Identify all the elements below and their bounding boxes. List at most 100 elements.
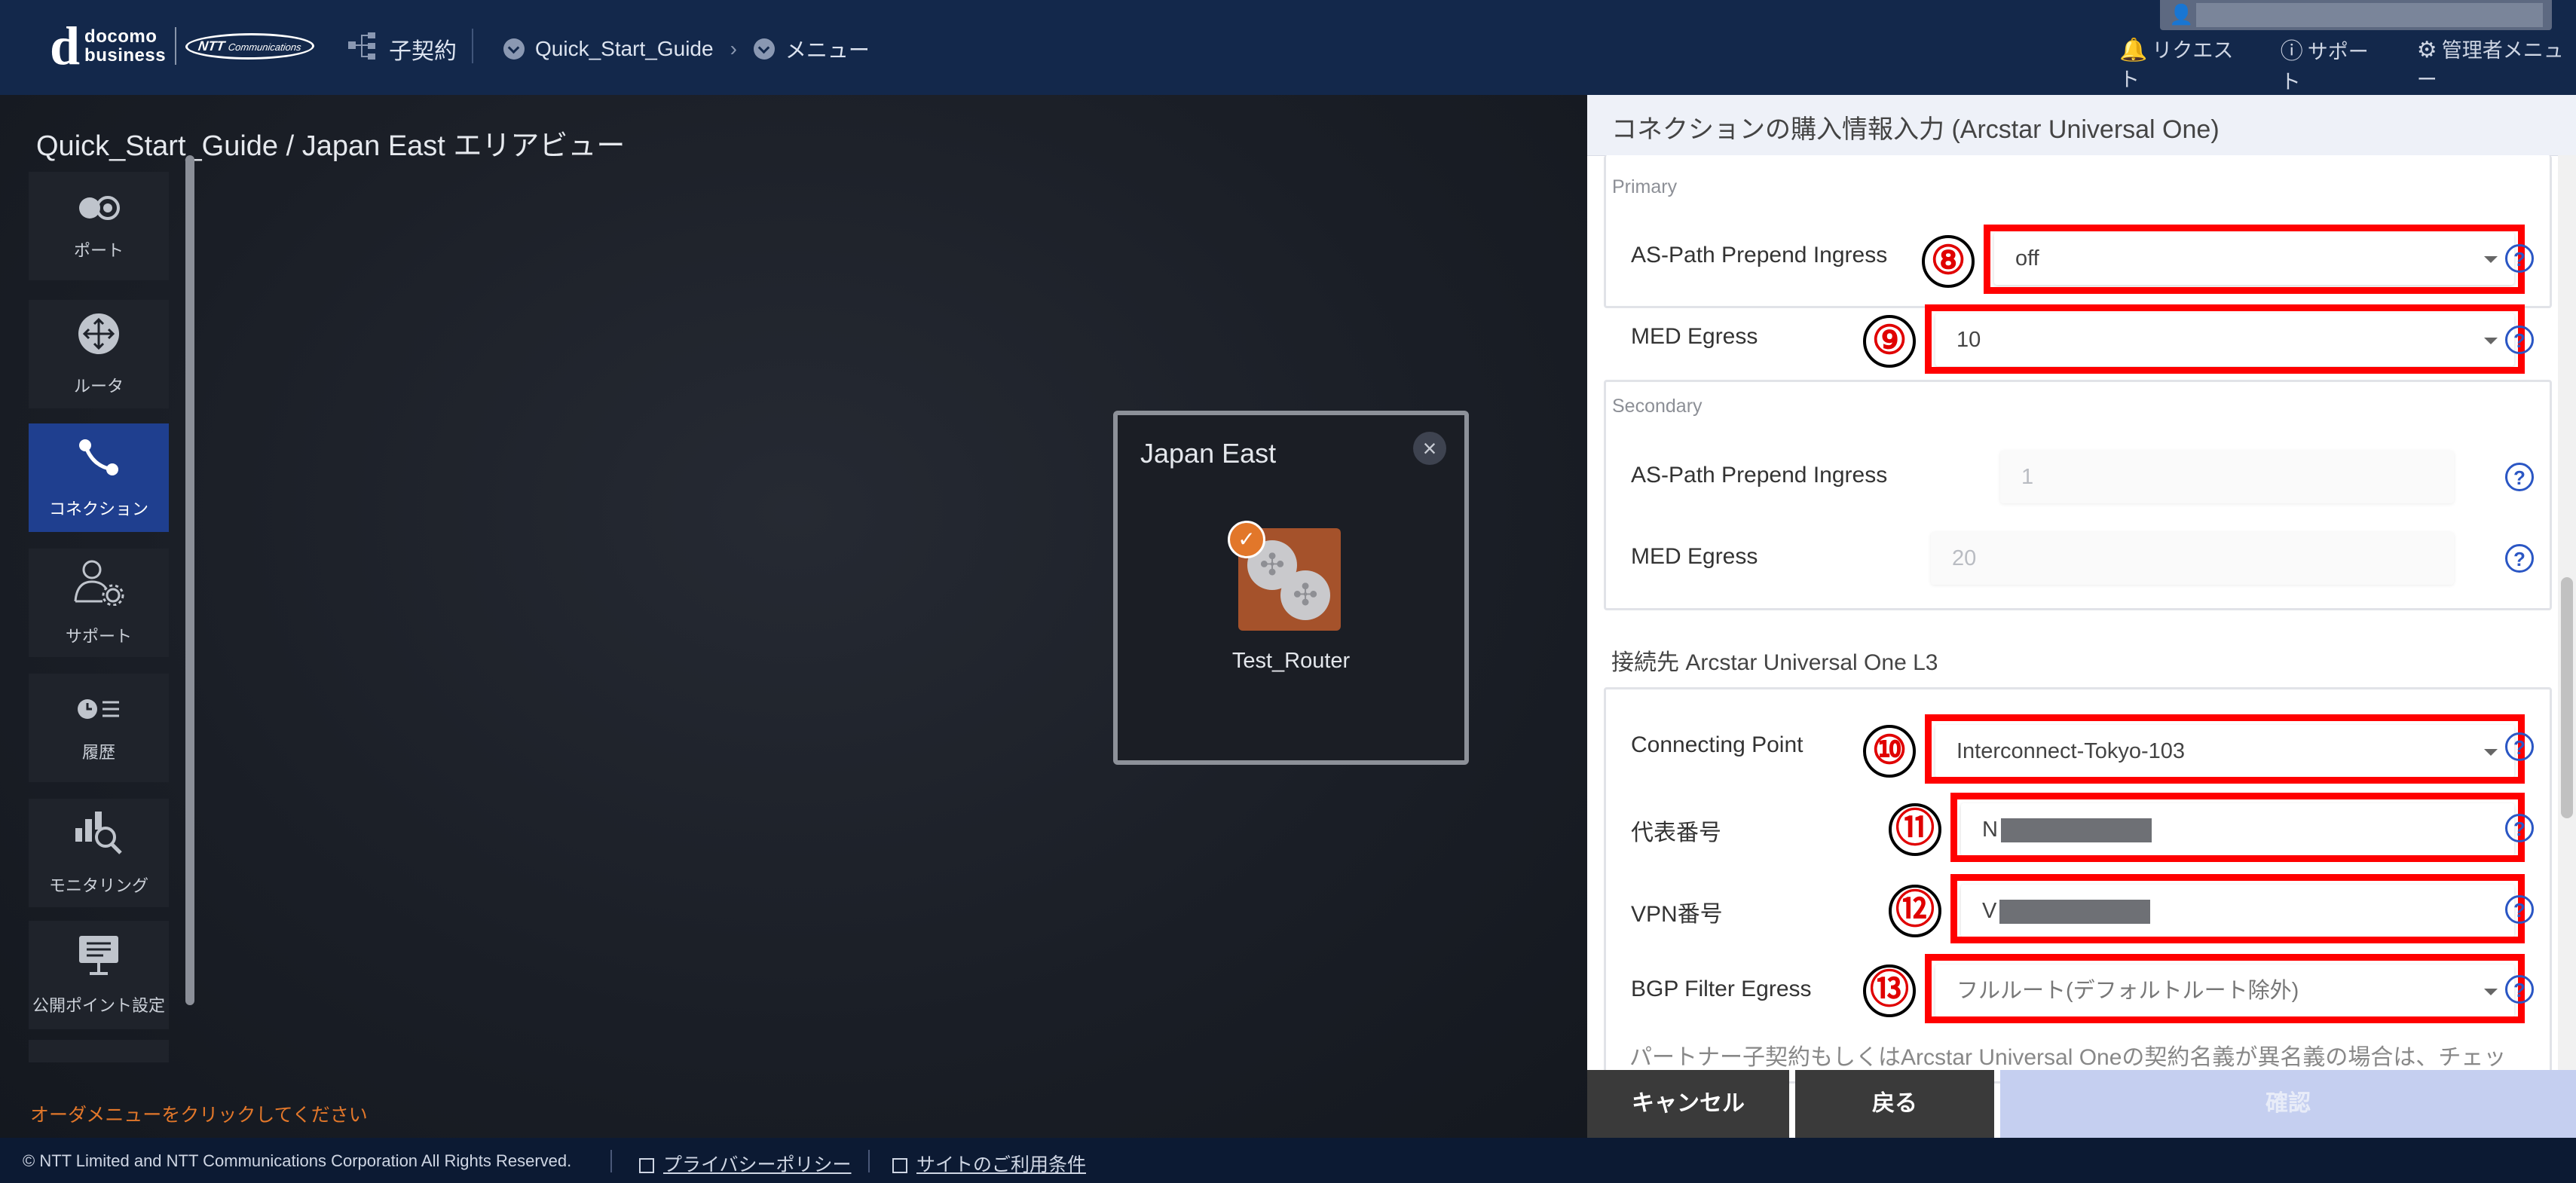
terms-link[interactable]: サイトのご利用条件	[892, 1150, 1086, 1177]
help-icon[interactable]: ?	[2505, 544, 2534, 573]
help-icon[interactable]: ?	[2505, 732, 2534, 761]
help-icon[interactable]: ?	[2505, 975, 2534, 1004]
scrollbar-thumb[interactable]	[2561, 577, 2573, 818]
breadcrumb-menu[interactable]: メニュー	[785, 34, 870, 64]
page-title: Quick_Start_Guide / Japan East エリアビュー	[36, 130, 626, 162]
secondary-as-path-value: 1	[2021, 465, 2034, 489]
breadcrumb: Quick_Start_Guide › メニュー	[503, 30, 870, 68]
partner-note-text: パートナー子契約もしくはArcstar Universal Oneの契約名義が異…	[1629, 1045, 2507, 1068]
logo-line2: business	[84, 45, 167, 66]
connecting-point-label: Connecting Point	[1631, 732, 1804, 757]
privacy-policy-label: プライバシーポリシー	[663, 1154, 852, 1175]
router-icon	[77, 312, 121, 361]
sidebar-item-connection[interactable]: コネクション	[29, 423, 169, 532]
breadcrumb-chevron-icon: ›	[730, 37, 737, 60]
panel-scrollbar[interactable]	[2558, 155, 2576, 1163]
callout-box-8	[1984, 225, 2525, 294]
cancel-button[interactable]: キャンセル	[1587, 1070, 1789, 1138]
footer-divider	[868, 1150, 870, 1172]
confirm-button[interactable]: 確認	[2000, 1070, 2576, 1138]
external-link-icon	[892, 1158, 907, 1174]
sidebar-item-label: ルータ	[73, 376, 124, 396]
sidebar-item-partial[interactable]	[29, 1040, 169, 1062]
user-gear-icon	[72, 559, 125, 611]
sidebar-item-label: ポート	[73, 241, 124, 260]
area-view-workspace[interactable]: Quick_Start_Guide / Japan East エリアビュー ポー…	[0, 95, 1587, 1138]
request-link[interactable]: 🔔 リクエスト	[2119, 34, 2247, 93]
copyright-text: © NTT Limited and NTT Communications Cor…	[23, 1151, 572, 1170]
chevron-circle-icon	[753, 38, 775, 60]
order-hint-text: オーダメニューをクリックしてください	[30, 1105, 368, 1126]
sidebar-item-router[interactable]: ルータ	[29, 300, 169, 408]
sidebar-item-monitoring[interactable]: モニタリング	[29, 799, 169, 907]
primary-as-path-label: AS-Path Prepend Ingress	[1631, 243, 1888, 267]
secondary-med-input: 20	[1931, 532, 2454, 585]
hierarchy-icon	[347, 31, 380, 67]
header-divider	[472, 29, 473, 63]
chevron-circle-icon	[503, 38, 525, 60]
logo-divider	[175, 27, 177, 65]
group-label-secondary: Secondary	[1612, 396, 1703, 417]
router-label: Test_Router	[1231, 649, 1351, 673]
close-icon[interactable]: ×	[1413, 432, 1446, 465]
sidebar-item-support[interactable]: サポート	[29, 549, 169, 657]
callout-box-10	[1925, 714, 2525, 784]
panel-header: コネクションの購入情報入力 (Arcstar Universal One)	[1587, 95, 2576, 156]
sidebar-item-label: コネクション	[48, 499, 148, 518]
group-label-primary: Primary	[1612, 176, 1678, 197]
help-icon[interactable]: ?	[2505, 814, 2534, 842]
callout-number-11: ⑪	[1889, 803, 1941, 856]
callout-box-9	[1925, 304, 2525, 374]
callout-box-12	[1950, 874, 2525, 943]
public-point-icon	[78, 934, 120, 980]
docomo-business-logo[interactable]: d docomo business NTT Communications	[50, 16, 317, 76]
sidebar-item-public-point[interactable]: 公開ポイント設定	[29, 921, 169, 1029]
admin-menu-label: 管理者メニュー	[2416, 39, 2564, 91]
bell-icon: 🔔	[2119, 38, 2148, 63]
user-name-redacted	[2196, 3, 2543, 27]
support-link[interactable]: ⓘ サポート	[2281, 32, 2384, 95]
secondary-med-label: MED Egress	[1631, 544, 1758, 569]
connection-icon	[78, 436, 120, 484]
callout-box-13	[1925, 954, 2525, 1023]
monitoring-icon	[74, 810, 124, 861]
check-icon: ✓	[1228, 521, 1265, 558]
section-title-l3: 接続先 Arcstar Universal One L3	[1611, 650, 1938, 675]
top-bar: d docomo business NTT Communications 子契約…	[0, 0, 2576, 95]
terms-label: サイトのご利用条件	[916, 1154, 1087, 1175]
back-button[interactable]: 戻る	[1795, 1070, 1994, 1138]
help-icon[interactable]: ?	[2505, 463, 2534, 491]
contract-label: 子契約	[389, 39, 457, 64]
secondary-as-path-input: 1	[2000, 451, 2454, 503]
vpn-number-label: VPN番号	[1631, 902, 1723, 927]
external-link-icon	[639, 1158, 654, 1174]
help-icon[interactable]: ?	[2505, 326, 2534, 354]
docomo-d-glyph: d	[50, 16, 81, 76]
ntt-logo-text: NTT	[197, 38, 226, 53]
footer: © NTT Limited and NTT Communications Cor…	[0, 1138, 2576, 1183]
admin-menu-link[interactable]: ⚙ 管理者メニュー	[2417, 34, 2576, 93]
gear-icon: ⚙	[2416, 38, 2437, 63]
callout-number-8: ⑧	[1922, 235, 1975, 288]
callout-number-12: ⑫	[1889, 885, 1941, 937]
logo-line1: docomo	[84, 26, 158, 47]
user-account-box[interactable]: 👤	[2160, 0, 2552, 30]
help-icon[interactable]: ?	[2505, 244, 2534, 273]
logo-text: docomo business	[84, 27, 166, 65]
privacy-policy-link[interactable]: プライバシーポリシー	[639, 1150, 852, 1177]
area-box-japan-east[interactable]: Japan East × ✣ ✣ ✓ Test_Router	[1113, 411, 1469, 765]
router-icon: ✣	[1280, 570, 1330, 620]
ntt-logo: NTT Communications	[183, 32, 317, 60]
callout-number-9: ⑨	[1863, 315, 1916, 368]
help-icon[interactable]: ?	[2505, 895, 2534, 924]
sidebar-item-history[interactable]: 履歴	[29, 674, 169, 782]
panel-title: コネクションの購入情報入力 (Arcstar Universal One)	[1611, 115, 2220, 144]
sidebar-item-port[interactable]: ポート	[29, 172, 169, 280]
sidebar-item-label: 履歴	[81, 743, 115, 762]
callout-box-11	[1950, 793, 2525, 862]
breadcrumb-guide[interactable]: Quick_Start_Guide	[535, 37, 714, 61]
sidebar-item-label: サポート	[65, 626, 132, 646]
sidebar-scrollbar[interactable]	[185, 155, 194, 1005]
callout-number-13: ⑬	[1863, 964, 1916, 1017]
contract-menu[interactable]: 子契約	[347, 30, 457, 68]
